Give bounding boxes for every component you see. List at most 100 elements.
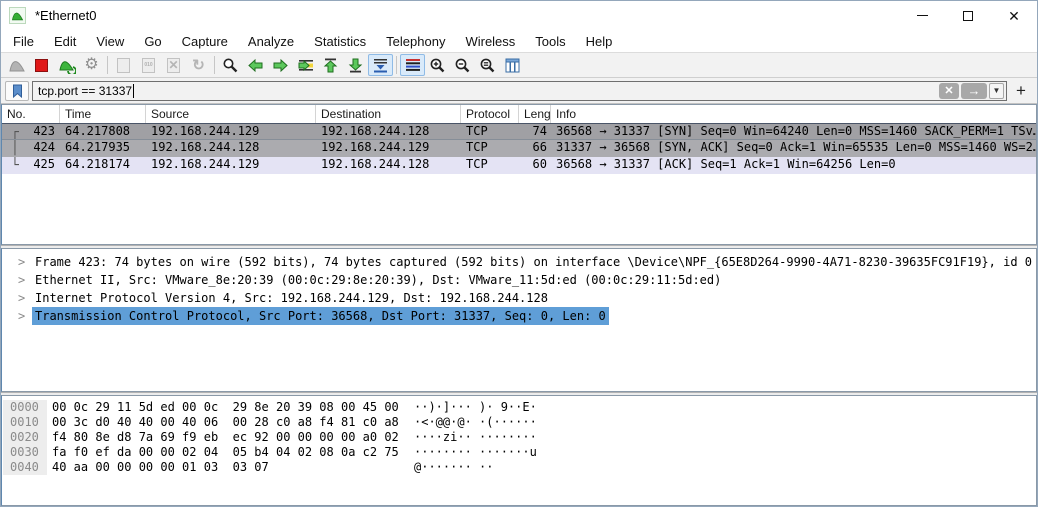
packet-destination: 192.168.244.128	[316, 157, 461, 174]
menu-file[interactable]: File	[3, 30, 44, 52]
expand-chevron-icon[interactable]: >	[18, 271, 25, 289]
packet-rows: 423┌64.217808 192.168.244.129192.168.244.…	[2, 123, 1036, 174]
maximize-icon	[963, 11, 973, 21]
wireshark-logo-icon	[9, 7, 26, 24]
window-controls: ✕	[899, 1, 1037, 30]
restart-capture-icon[interactable]	[54, 54, 79, 76]
packet-row-424[interactable]: 424│64.217935192.168.244.128192.168.244.…	[2, 140, 1036, 157]
menu-wireless[interactable]: Wireless	[455, 30, 525, 52]
details-text: Transmission Control Protocol, Src Port:…	[32, 307, 609, 325]
minimize-icon	[917, 15, 928, 16]
auto-scroll-icon[interactable]	[368, 54, 393, 76]
expand-chevron-icon[interactable]: >	[18, 289, 25, 307]
hex-bytes: 00 0c 29 11 5d ed 00 0c 29 8e 20 39 08 0…	[52, 400, 399, 415]
menu-edit[interactable]: Edit	[44, 30, 86, 52]
packet-row-425[interactable]: 425└64.218174192.168.244.129192.168.244.…	[2, 157, 1036, 174]
colorize-icon[interactable]	[400, 54, 425, 76]
clear-filter-button[interactable]: ✕	[939, 83, 959, 99]
find-packet-icon[interactable]	[218, 54, 243, 76]
details-line[interactable]: > Ethernet II, Src: VMware_8e:20:39 (00:0…	[2, 271, 1036, 289]
details-text: Internet Protocol Version 4, Src: 192.16…	[35, 289, 548, 307]
packet-destination: 192.168.244.129	[316, 140, 461, 157]
toolbar-separator	[214, 56, 215, 74]
hex-bytes: 00 3c d0 40 40 00 40 06 00 28 c0 a8 f4 8…	[52, 415, 399, 430]
resize-columns-icon[interactable]	[500, 54, 525, 76]
menu-statistics[interactable]: Statistics	[304, 30, 376, 52]
hex-row[interactable]: 001000 3c d0 40 40 00 40 06 00 28 c0 a8 …	[2, 415, 1036, 430]
packet-details-pane: > Frame 423: 74 bytes on wire (592 bits),…	[1, 248, 1037, 392]
packet-length: 66	[519, 140, 551, 157]
hex-bytes: f4 80 8e d8 7a 69 f9 eb ec 92 00 00 00 0…	[52, 430, 399, 445]
save-file-icon: 010	[136, 54, 161, 76]
menu-tools[interactable]: Tools	[525, 30, 575, 52]
capture-options-icon[interactable]: ⚙	[79, 54, 104, 76]
conversation-bracket-icon: │	[11, 140, 19, 157]
go-first-icon[interactable]	[318, 54, 343, 76]
title-bar: *Ethernet0 ✕	[1, 1, 1037, 30]
close-button[interactable]: ✕	[991, 1, 1037, 30]
stop-capture-icon[interactable]	[29, 54, 54, 76]
packet-bytes-pane: 0000 00 0c 29 11 5d ed 00 0c 29 8e 20 39 …	[1, 395, 1037, 506]
zoom-out-icon[interactable]	[450, 54, 475, 76]
filter-bookmark-button[interactable]	[5, 81, 29, 101]
column-header-destination[interactable]: Destination	[316, 105, 461, 123]
window-title: *Ethernet0	[35, 8, 96, 23]
display-filter-input[interactable]: tcp.port == 31337 ✕ → ▼	[32, 81, 1007, 101]
hex-ascii: @······· ··	[414, 460, 493, 475]
packet-info: 31337 → 36568 [SYN, ACK] Seq=0 Ack=1 Win…	[551, 140, 1036, 157]
menu-analyze[interactable]: Analyze	[238, 30, 304, 52]
menu-view[interactable]: View	[86, 30, 134, 52]
apply-filter-button[interactable]: →	[961, 83, 987, 99]
hex-row[interactable]: 0000 00 0c 29 11 5d ed 00 0c 29 8e 20 39 …	[2, 400, 1036, 415]
column-header-time[interactable]: Time	[60, 105, 146, 123]
zoom-in-icon[interactable]	[425, 54, 450, 76]
go-to-packet-icon[interactable]	[293, 54, 318, 76]
filter-dropdown-button[interactable]: ▼	[989, 83, 1004, 99]
go-back-icon[interactable]	[243, 54, 268, 76]
column-header-source[interactable]: Source	[146, 105, 316, 123]
main-toolbar: ⚙ 010 ✕ ↻	[1, 52, 1037, 78]
filter-text: tcp.port == 31337	[38, 84, 132, 98]
column-header-info[interactable]: Info	[551, 105, 1036, 123]
column-header-length[interactable]: Length	[519, 105, 551, 123]
packet-no: 423┌	[2, 124, 60, 139]
column-header-no[interactable]: No.	[2, 105, 60, 123]
go-forward-icon[interactable]	[268, 54, 293, 76]
hex-bytes: 40 aa 00 00 00 00 01 03 03 07	[52, 460, 269, 475]
hex-row[interactable]: 0030fa f0 ef da 00 00 02 04 05 b4 04 02 …	[2, 445, 1036, 460]
packet-protocol: TCP	[461, 140, 519, 157]
details-line[interactable]: > Transmission Control Protocol, Src Port…	[2, 307, 1036, 325]
hex-offset: 0020	[3, 430, 47, 445]
details-text: Ethernet II, Src: VMware_8e:20:39 (00:0c…	[35, 271, 721, 289]
hex-offset: 0000	[3, 400, 47, 415]
go-last-icon[interactable]	[343, 54, 368, 76]
hex-row[interactable]: 0020 f4 80 8e d8 7a 69 f9 eb ec 92 00 00 …	[2, 430, 1036, 445]
hex-offset: 0040	[3, 460, 47, 475]
expand-chevron-icon[interactable]: >	[18, 253, 25, 271]
zoom-reset-icon[interactable]	[475, 54, 500, 76]
menu-go[interactable]: Go	[134, 30, 171, 52]
menu-telephony[interactable]: Telephony	[376, 30, 455, 52]
bookmark-icon	[12, 84, 23, 98]
packet-info: 36568 → 31337 [ACK] Seq=1 Ack=1 Win=6425…	[551, 157, 1036, 174]
packet-no: 425└	[2, 157, 60, 174]
packet-list-header: No.TimeSourceDestinationProtocolLengthIn…	[2, 105, 1036, 123]
details-text: Frame 423: 74 bytes on wire (592 bits), …	[35, 253, 1032, 271]
expand-chevron-icon[interactable]: >	[18, 307, 25, 325]
packet-row-423[interactable]: 423┌64.217808192.168.244.129192.168.244.…	[2, 123, 1036, 140]
menu-capture[interactable]: Capture	[172, 30, 238, 52]
hex-ascii: ········ ·······u	[414, 445, 537, 460]
details-line[interactable]: > Frame 423: 74 bytes on wire (592 bits),…	[2, 253, 1036, 271]
details-line[interactable]: > Internet Protocol Version 4, Src: 192.1…	[2, 289, 1036, 307]
column-header-protocol[interactable]: Protocol	[461, 105, 519, 123]
packet-time: 64.217808	[60, 124, 146, 139]
close-icon: ✕	[1008, 9, 1020, 23]
packet-time: 64.217935	[60, 140, 146, 157]
maximize-button[interactable]	[945, 1, 991, 30]
minimize-button[interactable]	[899, 1, 945, 30]
menu-help[interactable]: Help	[576, 30, 623, 52]
close-file-icon: ✕	[161, 54, 186, 76]
toolbar-separator	[107, 56, 108, 74]
add-filter-button[interactable]: +	[1011, 80, 1031, 102]
hex-row[interactable]: 0040 40 aa 00 00 00 00 01 03 03 07 @······…	[2, 460, 1036, 475]
